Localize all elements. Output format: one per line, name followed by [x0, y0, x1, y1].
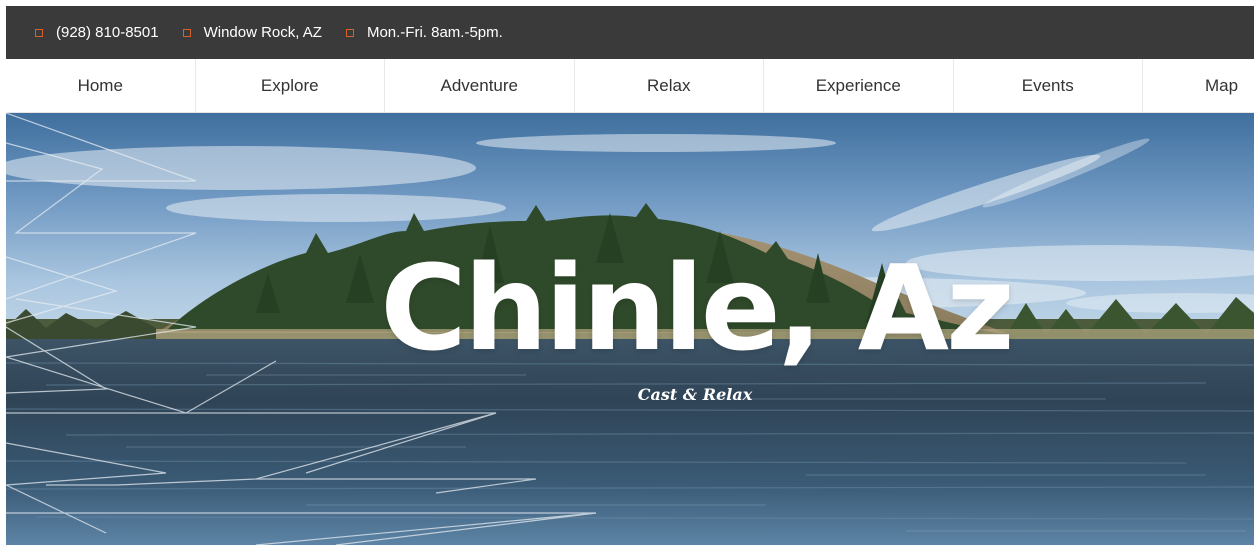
nav-item-map[interactable]: Map	[1143, 59, 1253, 112]
location-text: Window Rock, AZ	[203, 24, 322, 41]
clock-icon	[345, 28, 354, 37]
nav-item-experience[interactable]: Experience	[764, 59, 954, 112]
nav-item-events[interactable]: Events	[954, 59, 1143, 112]
page: (928) 810-8501 Window Rock, AZ Mon.-Fri.…	[0, 0, 1254, 545]
hours-info: Mon.-Fri. 8am.-5pm.	[345, 24, 503, 41]
top-info-bar: (928) 810-8501 Window Rock, AZ Mon.-Fri.…	[6, 6, 1254, 59]
phone-icon	[35, 28, 43, 37]
nav-item-adventure[interactable]: Adventure	[385, 59, 575, 112]
hero-subtitle: Cast & Relax	[637, 385, 753, 404]
nav-item-relax[interactable]: Relax	[575, 59, 764, 112]
nav-item-explore[interactable]: Explore	[196, 59, 385, 112]
phone-info[interactable]: (928) 810-8501	[35, 24, 159, 41]
phone-number: (928) 810-8501	[56, 24, 159, 41]
location-icon	[182, 28, 191, 37]
hero-banner: Chinle, Az Cast & Relax	[6, 113, 1254, 545]
location-info: Window Rock, AZ	[182, 24, 322, 41]
hours-text: Mon.-Fri. 8am.-5pm.	[366, 24, 503, 41]
main-nav: Home Explore Adventure Relax Experience …	[6, 59, 1254, 113]
nav-item-home[interactable]: Home	[6, 59, 196, 112]
hero-title: Chinle, Az	[380, 239, 1014, 377]
